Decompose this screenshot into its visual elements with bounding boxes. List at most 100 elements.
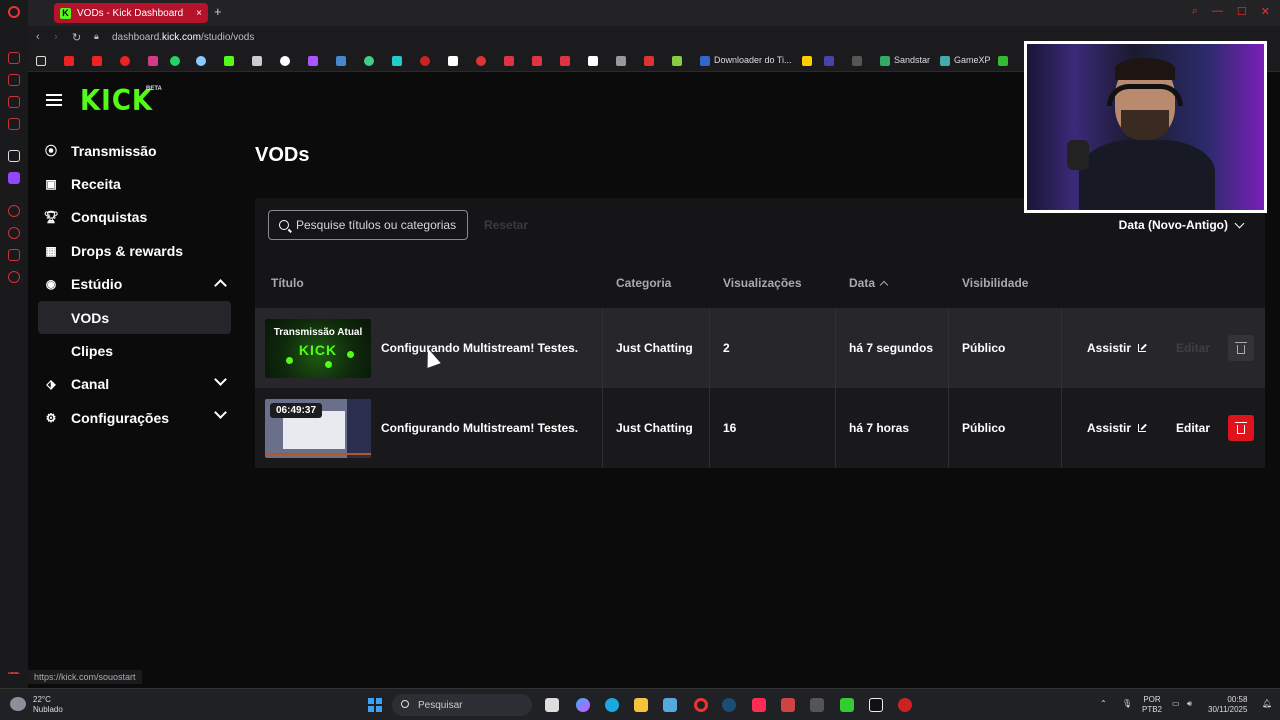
calculator-icon[interactable] [810,698,824,712]
reload-icon[interactable]: ↻ [72,31,81,44]
tiktok-icon[interactable] [752,698,766,712]
sidebar-app-icon[interactable] [8,271,20,283]
bookmark-downloader[interactable]: Downloader do Ti... [714,55,792,65]
notepad-icon[interactable] [663,698,677,712]
vod-thumbnail[interactable]: Transmissão Atual KICK [265,319,371,378]
app-icon[interactable] [840,698,854,712]
more-icon[interactable] [8,672,20,674]
bookmark-icon[interactable] [940,56,950,66]
edit-button[interactable]: Editar [1176,421,1210,435]
sidebar-item-configuracoes[interactable]: ⚙︎ Configurações [38,401,231,434]
bookmark-icon[interactable] [824,56,834,66]
file-explorer-icon[interactable] [634,698,648,712]
sidebar-app-icon[interactable] [8,249,20,261]
windows-start-icon[interactable] [368,698,382,712]
reset-button[interactable]: Resetar [484,218,528,232]
bookmark-icon[interactable] [802,56,812,66]
sidebar-app-icon[interactable] [8,227,20,239]
sidebar-item-transmissao[interactable]: ⦿ Transmissão [38,134,231,167]
steam-icon[interactable] [722,698,736,712]
microphone-icon[interactable]: 🎙︎ [1122,699,1132,709]
bookmark-icon[interactable] [420,56,430,66]
kick-logo[interactable]: KICK [80,85,153,118]
bookmark-icon[interactable] [616,56,626,66]
close-window-icon[interactable]: ✕ [1261,5,1270,18]
app-icon[interactable] [898,698,912,712]
taskbar-search[interactable]: Pesquisar [392,694,532,716]
clock[interactable]: 00:58 30/11/2025 [1208,695,1247,715]
minimize-icon[interactable]: — [1212,5,1223,18]
weather-widget[interactable]: 22°C Nublado [33,695,63,715]
sidebar-item-canal[interactable]: ⬗ Canal [38,368,231,401]
bookmark-icon[interactable] [120,56,130,66]
search-input[interactable]: Pesquise títulos ou categorias [268,210,468,240]
bookmark-icon[interactable] [476,56,486,66]
sidebar-item-vods[interactable]: VODs [38,300,231,335]
sidebar-app-icon[interactable] [8,74,20,86]
bookmark-sandstar[interactable]: Sandstar [894,55,930,65]
google-bookmark-icon[interactable] [280,56,290,66]
bookmark-icon[interactable] [252,56,262,66]
sidebar-item-conquistas[interactable]: 🏆︎ Conquistas [38,201,231,234]
bookmark-icon[interactable] [392,56,402,66]
whatsapp-bookmark-icon[interactable] [170,56,180,66]
tray-chevron-icon[interactable]: ⌃ [1100,699,1107,709]
category-cell[interactable]: Just Chatting [603,308,710,388]
forward-icon[interactable]: › [54,31,58,43]
bookmark-icon[interactable] [588,56,598,66]
sidebar-item-receita[interactable]: ▣ Receita [38,167,231,200]
bookmark-icon[interactable] [532,56,542,66]
url-field[interactable]: dashboard.kick.com/studio/vods [112,32,254,43]
column-header-date[interactable]: Data [849,276,889,290]
back-icon[interactable]: ‹ [36,31,40,43]
task-view-icon[interactable] [545,698,559,712]
youtube-bookmark-icon[interactable] [92,56,102,66]
table-row[interactable]: 06:49:37 Configurando Multistream! Teste… [255,388,1265,468]
vod-title[interactable]: Configurando Multistream! Testes. [381,421,578,435]
vod-thumbnail[interactable]: 06:49:37 [265,399,371,458]
bookmark-icon[interactable] [880,56,890,66]
bookmark-icon[interactable] [364,56,374,66]
bookmark-icon[interactable] [308,56,318,66]
bookmark-icon[interactable] [504,56,514,66]
copilot-icon[interactable] [576,698,590,712]
sidebar-app-icon[interactable] [8,118,20,130]
vod-title[interactable]: Configurando Multistream! Testes. [381,341,578,355]
capcut-icon[interactable] [869,698,883,712]
sidebar-item-drops[interactable]: ▦ Drops & rewards [38,234,231,267]
sort-dropdown[interactable]: Data (Novo-Antigo) [1119,218,1245,232]
bookmark-icon[interactable] [998,56,1008,66]
bookmark-icon[interactable] [700,56,710,66]
tab-kick-dashboard[interactable]: K VODs - Kick Dashboard × [54,3,208,23]
instagram-bookmark-icon[interactable] [148,56,158,66]
opera-icon[interactable] [694,698,708,712]
delete-button[interactable] [1228,415,1254,441]
sidebar-item-estudio[interactable]: ◉ Estúdio [38,268,231,301]
menu-icon[interactable] [46,94,62,106]
sidebar-app-icon[interactable] [8,150,20,162]
volume-icon[interactable]: 🔊︎ [1187,699,1192,709]
sidebar-app-icon[interactable] [8,96,20,108]
edit-button[interactable]: Editar [1176,341,1210,355]
youtube-bookmark-icon[interactable] [64,56,74,66]
delete-button[interactable] [1228,335,1254,361]
bookmark-icon[interactable] [644,56,654,66]
watch-button[interactable]: Assistir [1087,341,1147,355]
sidebar-item-clipes[interactable]: Clipes [38,334,231,367]
app-icon[interactable] [781,698,795,712]
kick-bookmark-icon[interactable] [224,56,234,66]
weather-icon[interactable] [10,697,26,711]
keyboard-layout[interactable]: POR PTB2 [1142,695,1162,715]
bookmark-gamexp[interactable]: GameXP [954,55,991,65]
twitch-icon[interactable] [8,172,20,184]
edge-icon[interactable] [605,698,619,712]
sidebar-app-icon[interactable] [8,205,20,217]
bookmark-icon[interactable] [560,56,570,66]
bookmark-icon[interactable] [448,56,458,66]
maximize-icon[interactable]: ☐ [1237,5,1247,18]
bookmark-icon[interactable] [852,56,862,66]
bookmark-icon[interactable] [336,56,346,66]
new-tab-button[interactable]: + [214,4,222,19]
category-cell[interactable]: Just Chatting [603,388,710,468]
bookmark-icon[interactable] [672,56,682,66]
